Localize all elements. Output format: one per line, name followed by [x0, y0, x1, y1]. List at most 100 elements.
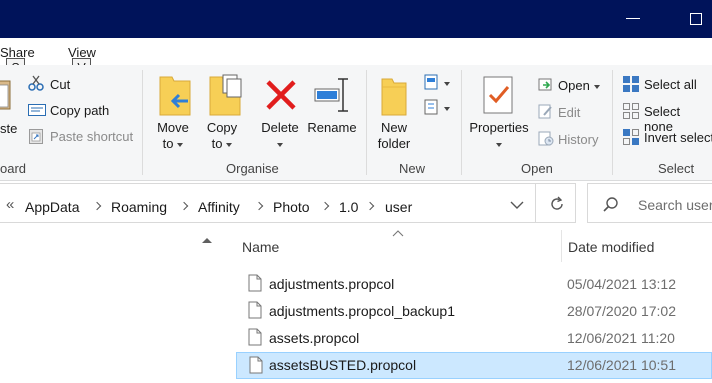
properties-label-caret — [466, 136, 532, 152]
copy-to-label-line1: Copy — [206, 120, 238, 135]
copy-path-icon — [28, 104, 46, 116]
file-row[interactable]: assets.propcol 12/06/2021 11:20 — [236, 325, 712, 352]
delete-label: Delete — [258, 120, 302, 152]
open-group-label: Open — [521, 161, 553, 176]
file-row-selected[interactable]: assetsBUSTED.propcol 12/06/2021 10:51 — [236, 352, 712, 379]
open-icon — [538, 78, 552, 91]
scroll-up-icon[interactable] — [201, 236, 213, 244]
minimize-button[interactable] — [626, 18, 640, 19]
breadcrumb-affinity[interactable]: Affinity — [198, 199, 240, 215]
navigation-pane[interactable] — [0, 227, 220, 383]
chevron-down-icon — [593, 84, 600, 89]
file-icon — [248, 301, 262, 319]
breadcrumb-photo[interactable]: Photo — [273, 199, 310, 215]
select-all-label: Select all — [644, 77, 697, 92]
file-name: assetsBUSTED.propcol — [269, 357, 417, 373]
column-header-name[interactable]: Name — [242, 239, 279, 255]
paste-label: ste — [0, 121, 18, 136]
address-bar[interactable]: « AppData Roaming Affinity Photo 1.0 use… — [0, 183, 536, 223]
file-date-modified: 12/06/2021 11:20 — [567, 330, 675, 346]
column-header-date-modified[interactable]: Date modified — [568, 239, 654, 255]
open-label: Open — [558, 78, 600, 93]
breadcrumb-user[interactable]: user — [385, 199, 412, 215]
copy-to-label-line2: to — [202, 136, 242, 152]
file-name: adjustments.propcol — [269, 276, 395, 292]
file-date-modified: 05/04/2021 13:12 — [567, 276, 676, 292]
breadcrumb-appdata[interactable]: AppData — [25, 199, 79, 215]
sort-ascending-icon — [392, 230, 404, 237]
invert-selection-label: Invert selecti — [644, 130, 712, 145]
file-row[interactable]: adjustments.propcol 05/04/2021 13:12 — [236, 271, 712, 298]
file-name: assets.propcol — [269, 330, 360, 346]
select-all-icon — [623, 76, 639, 92]
chevron-down-icon — [496, 142, 502, 147]
chevron-right-icon[interactable] — [320, 201, 330, 211]
file-name: adjustments.propcol_backup1 — [269, 303, 456, 319]
refresh-button[interactable] — [536, 183, 576, 223]
properties-icon — [483, 76, 513, 114]
copy-to-icon — [209, 74, 242, 116]
clipboard-icon — [0, 80, 11, 110]
chevron-down-icon — [226, 142, 233, 147]
group-separator — [612, 70, 613, 175]
file-date-modified: 12/06/2021 10:51 — [567, 357, 676, 373]
new-folder-label-line1: New — [380, 120, 407, 135]
file-icon — [248, 328, 262, 346]
organise-group-label: Organise — [226, 161, 279, 176]
new-item-icon — [424, 74, 450, 90]
edit-label: Edit — [558, 105, 581, 120]
properties-label-text: Properties — [469, 120, 529, 135]
easy-access-icon — [424, 99, 450, 115]
properties-label: Properties — [466, 120, 532, 152]
new-folder-icon — [381, 78, 407, 116]
cut-label: Cut — [50, 77, 71, 92]
breadcrumb-version[interactable]: 1.0 — [339, 199, 358, 215]
chevron-right-icon[interactable] — [179, 201, 189, 211]
search-input[interactable]: Search user — [638, 197, 712, 213]
delete-label-text: Delete — [261, 120, 299, 135]
copy-to-label: Copy to — [202, 120, 242, 152]
invert-selection-icon — [623, 129, 639, 145]
chevron-down-icon — [277, 142, 283, 147]
group-separator — [461, 70, 462, 175]
search-box[interactable]: Search user — [587, 183, 712, 223]
scissors-icon — [28, 75, 44, 91]
chevron-down-icon[interactable] — [510, 200, 524, 210]
edit-icon — [538, 104, 552, 119]
file-icon — [248, 274, 262, 292]
delete-label-caret — [258, 136, 302, 152]
select-none-icon — [623, 103, 639, 119]
column-divider[interactable] — [561, 230, 562, 262]
nav-scrollbar[interactable] — [196, 232, 218, 383]
clipboard-group-label: oard — [0, 161, 27, 176]
file-row[interactable]: adjustments.propcol_backup1 28/07/2020 1… — [236, 298, 712, 325]
refresh-icon — [551, 196, 563, 210]
chevron-right-icon[interactable] — [92, 201, 102, 211]
history-label: History — [558, 132, 599, 147]
breadcrumb-roaming[interactable]: Roaming — [111, 199, 167, 215]
file-icon — [249, 356, 263, 374]
overflow-chevrons-icon[interactable]: « — [6, 196, 14, 213]
rename-icon — [314, 78, 348, 112]
ribbon: ste Cut Copy path Paste shortcut oard Mo… — [0, 65, 712, 181]
open-label-text: Open — [558, 78, 590, 93]
history-icon — [538, 131, 554, 146]
chevron-right-icon[interactable] — [254, 201, 264, 211]
group-separator — [142, 70, 143, 175]
delete-x-icon — [266, 80, 296, 110]
move-to-label-line2: to — [152, 136, 194, 152]
file-date-modified: 28/07/2020 17:02 — [567, 303, 676, 319]
new-folder-label: New folder — [372, 120, 416, 152]
maximize-button[interactable] — [690, 13, 702, 25]
new-group-label: New — [399, 161, 426, 176]
title-bar — [0, 0, 712, 38]
move-to-label: Move to — [152, 120, 194, 152]
move-to-label-line1: Move — [157, 120, 189, 135]
ribbon-tabs: Share View — [0, 38, 712, 65]
chevron-right-icon[interactable] — [365, 201, 375, 211]
new-folder-label-line2: folder — [377, 136, 411, 151]
select-group-label: Select — [658, 161, 695, 176]
group-separator — [366, 70, 367, 175]
paste-shortcut-icon — [29, 129, 43, 144]
search-icon — [603, 197, 618, 212]
